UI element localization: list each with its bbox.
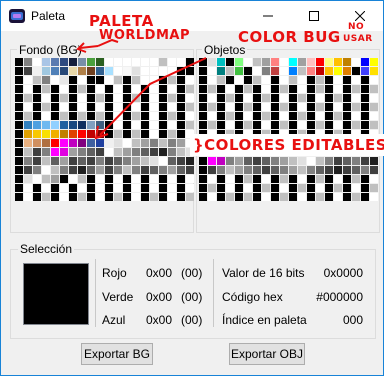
arrow-color-bug (99, 57, 207, 136)
annotation-color-bug: COLOR BUG (238, 28, 341, 46)
annotation-worldmap: WORLDMAP (99, 28, 191, 43)
annotation-no: NO (348, 22, 365, 32)
arrow-worldmap-shaft (79, 45, 99, 49)
annotation-colores-editables: }COLORES EDITABLES (190, 134, 384, 156)
annotation-usar: USAR (343, 34, 373, 44)
annotation-arrows (76, 38, 207, 140)
